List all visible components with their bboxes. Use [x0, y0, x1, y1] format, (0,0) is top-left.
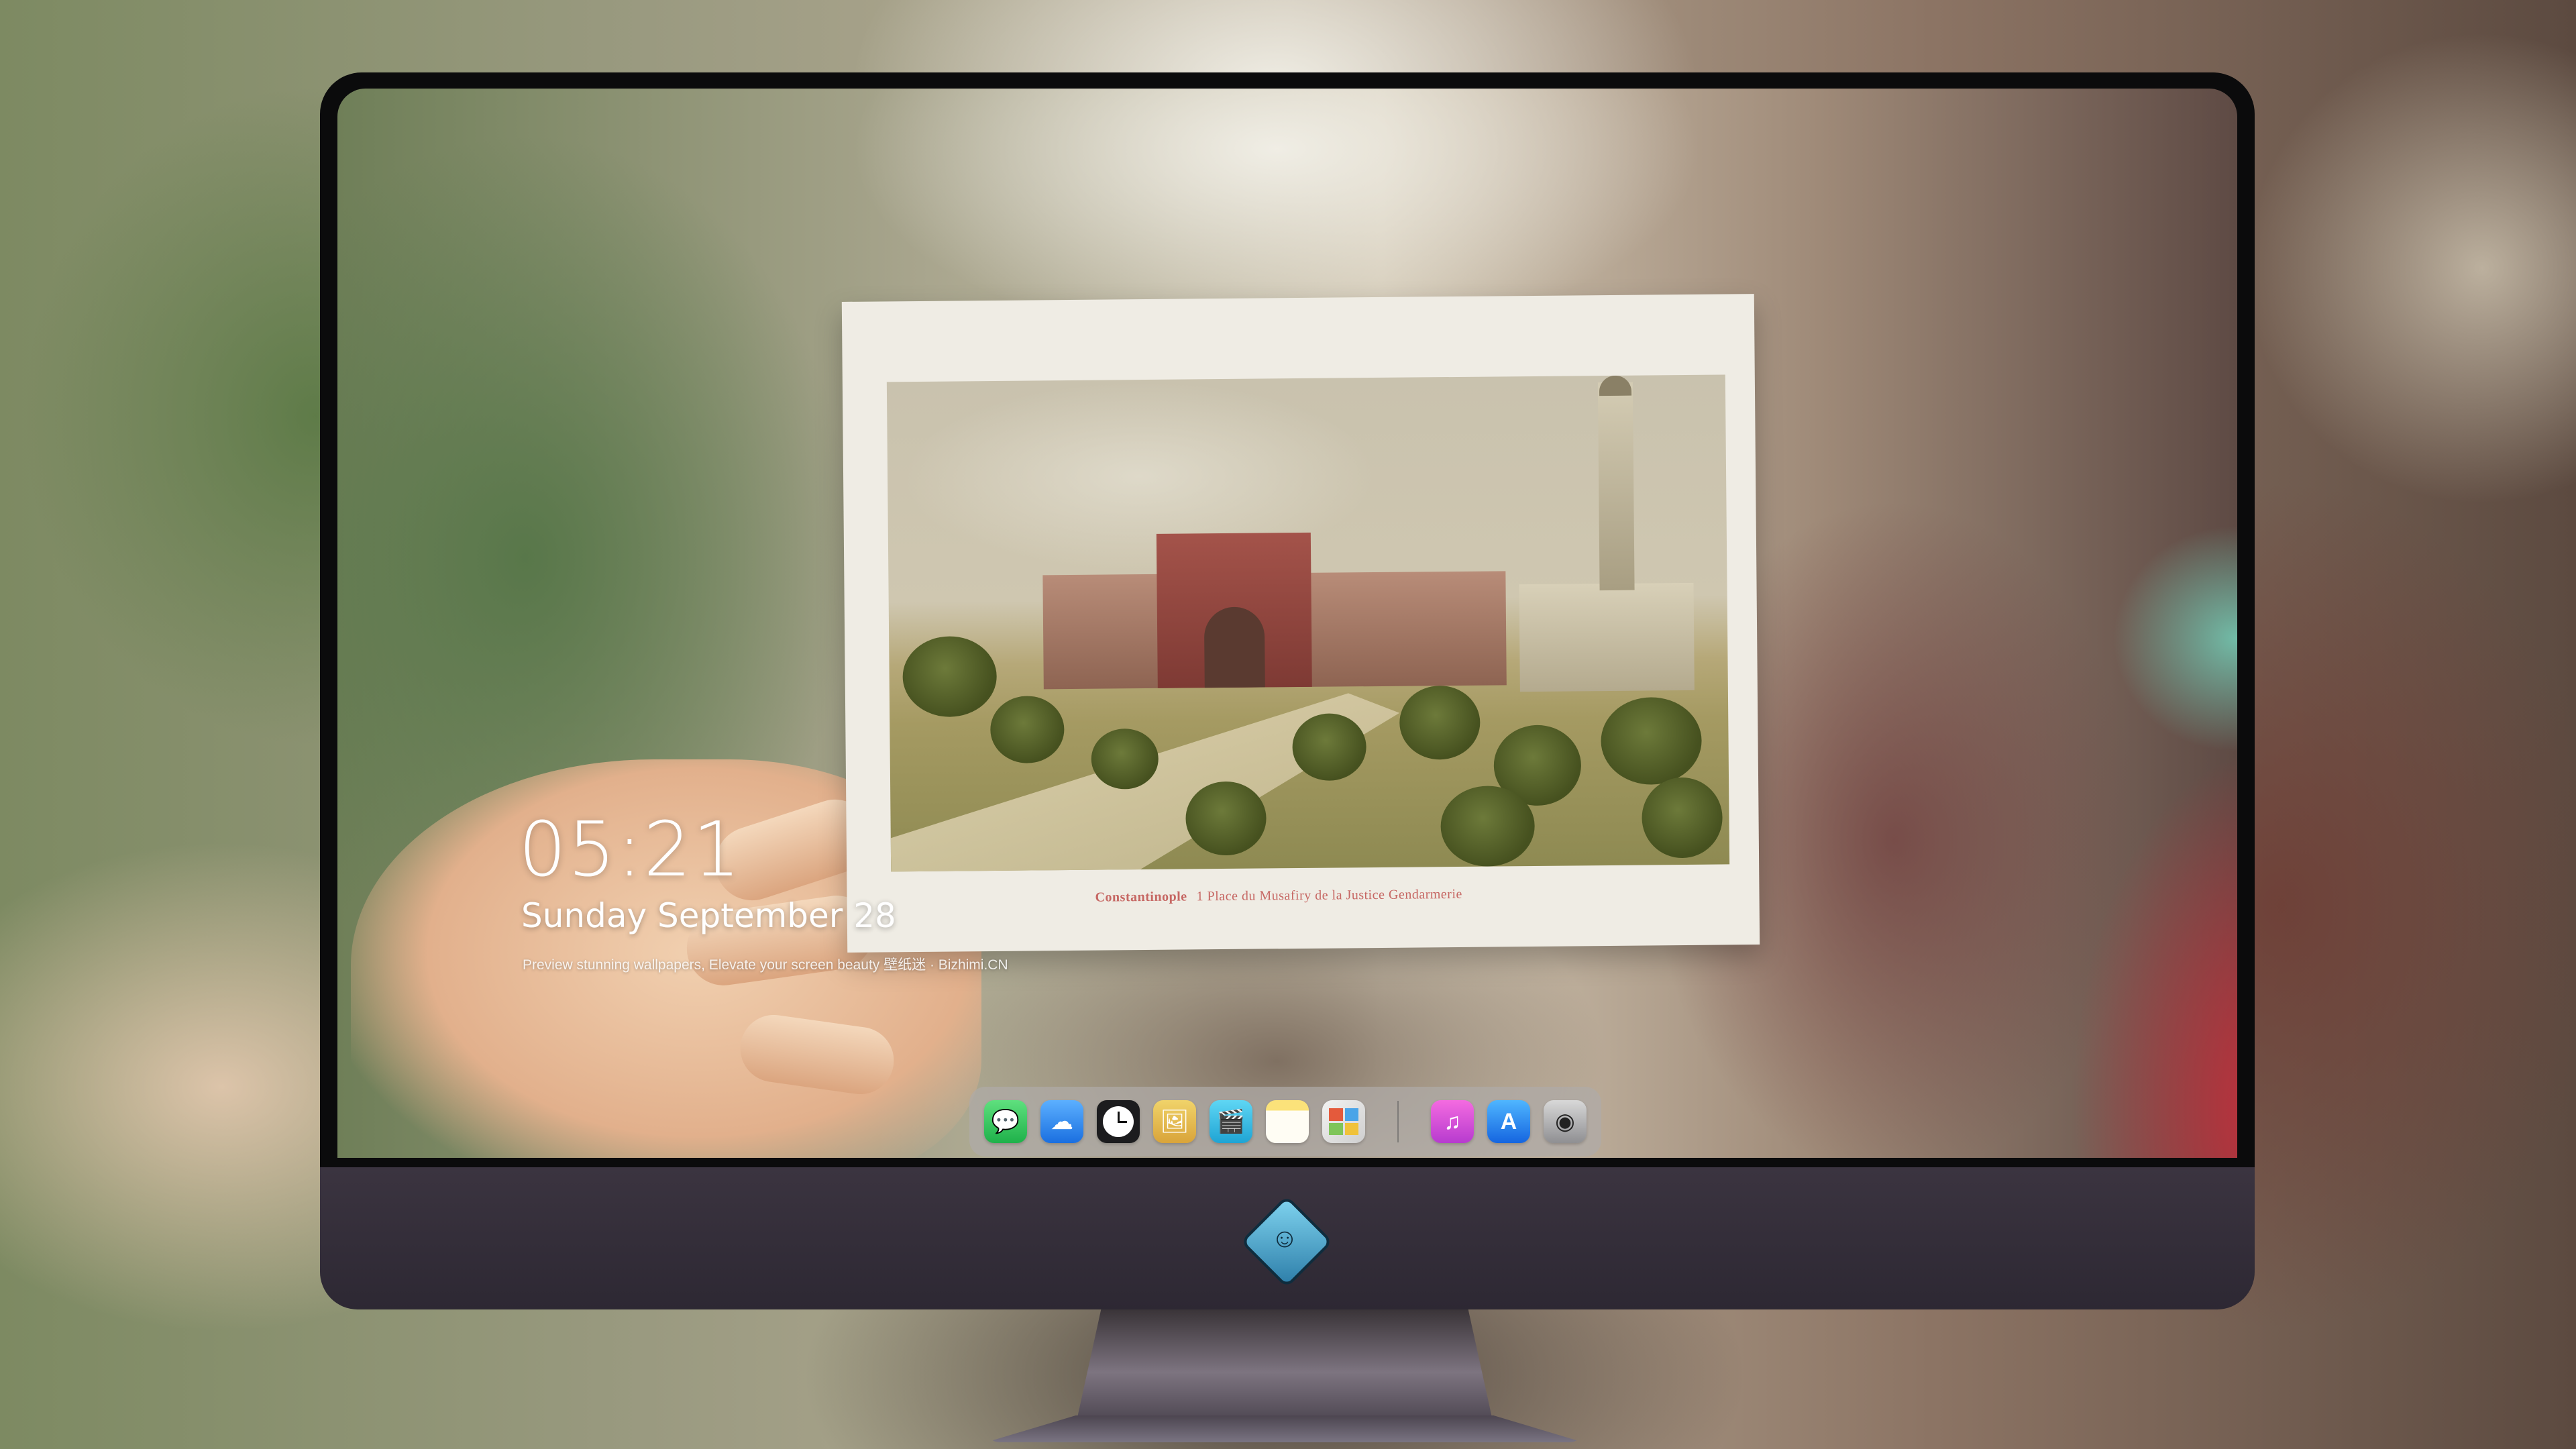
- dock-separator: [1397, 1101, 1399, 1142]
- tree: [1292, 713, 1367, 782]
- monitor-stand-base: [986, 1415, 1583, 1442]
- photo-tile-icon: [1344, 1108, 1358, 1121]
- clock-hand-icon: [1118, 1121, 1127, 1123]
- lock-screen-time: 05:21: [519, 806, 742, 894]
- monitor-chin: ☺: [320, 1167, 2255, 1309]
- weather-icon[interactable]: ☁: [1040, 1100, 1083, 1143]
- tree: [1399, 685, 1481, 760]
- camera-icon[interactable]: ◉: [1544, 1100, 1587, 1143]
- clapperboard-icon[interactable]: 🎬: [1210, 1100, 1252, 1143]
- photo-tile-icon: [1329, 1122, 1343, 1135]
- postcard-photo: [886, 374, 1730, 872]
- tree: [1642, 777, 1723, 859]
- tree: [1600, 696, 1703, 786]
- photo-tile-icon: [1329, 1108, 1343, 1121]
- tree: [1091, 728, 1159, 790]
- logo-mascot-icon: ☺: [1271, 1224, 1299, 1253]
- lock-screen-tagline: Preview stunning wallpapers, Elevate you…: [523, 957, 1008, 973]
- photo-grid-icon: [1329, 1108, 1358, 1135]
- preview-icon[interactable]: 🖼: [1153, 1100, 1196, 1143]
- station-arch: [1203, 606, 1265, 688]
- mosque-building: [1519, 582, 1695, 692]
- monitor-stand: [1076, 1309, 1493, 1424]
- clock-face-icon: [1103, 1106, 1134, 1137]
- postcard-caption-text: 1 Place du Musafiry de la Justice Gendar…: [1196, 886, 1462, 904]
- postcard-caption-title: Constantinople: [1095, 889, 1187, 905]
- clock-icon[interactable]: [1097, 1100, 1140, 1143]
- screen-wallpaper: Constantinople 1 Place du Musafiry de la …: [337, 89, 2237, 1158]
- music-icon[interactable]: ♫: [1431, 1100, 1474, 1143]
- photo-booth-icon[interactable]: [1322, 1100, 1365, 1143]
- tower: [1597, 382, 1635, 591]
- tree: [1440, 785, 1536, 867]
- tree: [1185, 781, 1267, 856]
- lock-screen-date: Sunday September 28: [521, 896, 896, 935]
- app-store-icon[interactable]: A: [1487, 1100, 1530, 1143]
- tree: [902, 635, 998, 718]
- postcard-caption: Constantinople 1 Place du Musafiry de la …: [1095, 885, 1699, 906]
- tree: [989, 696, 1065, 764]
- notes-icon[interactable]: [1266, 1100, 1309, 1143]
- messages-icon[interactable]: 💬: [984, 1100, 1027, 1143]
- postcard: Constantinople 1 Place du Musafiry de la …: [841, 294, 1760, 953]
- monitor-frame: Constantinople 1 Place du Musafiry de la …: [320, 72, 2255, 1173]
- photo-tile-icon: [1344, 1122, 1358, 1135]
- dock: 💬 ☁ 🖼 🎬 ♫ A ◉: [969, 1087, 1601, 1157]
